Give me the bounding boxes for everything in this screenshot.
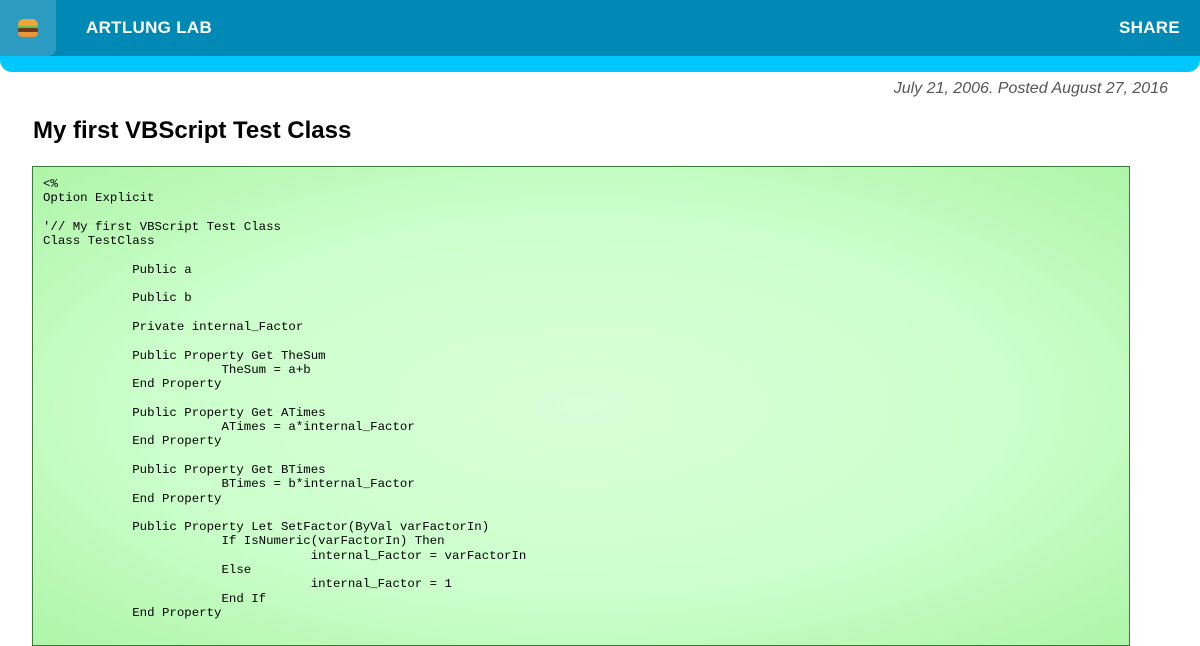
code-block: <% Option Explicit '// My first VBScript… <box>32 166 1130 646</box>
hamburger-icon <box>18 19 38 37</box>
site-header: ARTLUNG LAB SHARE <box>0 0 1200 72</box>
share-button[interactable]: SHARE <box>1119 18 1180 38</box>
site-title-link[interactable]: ARTLUNG LAB <box>86 18 212 38</box>
post-title: My first VBScript Test Class <box>33 117 352 144</box>
menu-button[interactable] <box>0 0 56 56</box>
code-text: <% Option Explicit '// My first VBScript… <box>43 177 527 620</box>
header-bar: ARTLUNG LAB SHARE <box>0 0 1200 56</box>
post-date: July 21, 2006. Posted August 27, 2016 <box>893 80 1168 97</box>
